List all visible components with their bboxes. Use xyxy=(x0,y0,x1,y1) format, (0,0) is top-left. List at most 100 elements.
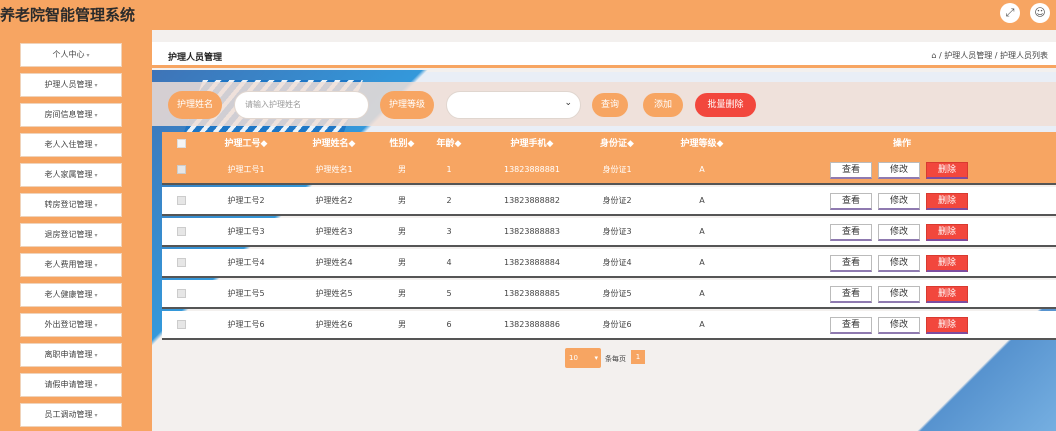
edit-button[interactable]: 修改 xyxy=(878,317,920,334)
table-row[interactable]: 护理工号3 护理姓名3 男 3 13823888883 身份证3 A 查看 修改… xyxy=(162,218,1056,247)
table-row[interactable]: 护理工号5 护理姓名5 男 5 13823888885 身份证5 A 查看 修改… xyxy=(162,280,1056,309)
row-checkbox[interactable] xyxy=(177,258,186,267)
page-number-button[interactable]: 1 xyxy=(631,350,645,364)
page-size-select[interactable]: 10 ▾ xyxy=(565,348,601,368)
select-all-checkbox[interactable] xyxy=(177,139,186,148)
title-bar: 护理人员管理 ⌂ / 护理人员管理 / 护理人员列表 xyxy=(152,42,1056,68)
view-button[interactable]: 查看 xyxy=(830,193,872,210)
cell-name: 护理姓名5 xyxy=(315,289,353,298)
row-checkbox[interactable] xyxy=(177,320,186,329)
chevron-down-icon: ▾ xyxy=(94,232,98,239)
column-header-id[interactable]: 护理工号◆ xyxy=(206,132,286,156)
table-row[interactable]: 护理工号1 护理姓名1 男 1 13823888881 身份证1 A 查看 修改… xyxy=(162,156,1056,185)
edit-button[interactable]: 修改 xyxy=(878,255,920,272)
column-header-level[interactable]: 护理等级◆ xyxy=(662,132,742,156)
cell-idcard: 身份证2 xyxy=(602,196,632,205)
cell-idcard: 身份证3 xyxy=(602,227,632,236)
view-button[interactable]: 查看 xyxy=(830,224,872,241)
row-checkbox[interactable] xyxy=(177,196,186,205)
sidebar-item-checkout[interactable]: 退房登记管理 ▾ xyxy=(20,223,122,247)
batch-delete-button[interactable]: 批量删除 xyxy=(695,93,756,117)
main-content: 护理人员管理 ⌂ / 护理人员管理 / 护理人员列表 护理姓名 请输入护理姓名 … xyxy=(152,30,1056,431)
sidebar-item-family[interactable]: 老人家属管理 ▾ xyxy=(20,163,122,187)
chevron-down-icon: ▾ xyxy=(94,112,98,119)
breadcrumb-text[interactable]: / 护理人员管理 / 护理人员列表 xyxy=(939,51,1048,60)
delete-button[interactable]: 删除 xyxy=(926,162,968,179)
cell-id: 护理工号3 xyxy=(227,227,265,236)
chevron-down-icon: ▾ xyxy=(94,412,98,419)
edit-button[interactable]: 修改 xyxy=(878,286,920,303)
edit-button[interactable]: 修改 xyxy=(878,224,920,241)
sidebar-item-checkin[interactable]: 老人入住管理 ▾ xyxy=(20,133,122,157)
sidebar-item-profile[interactable]: 个人中心 ▾ xyxy=(20,43,122,67)
per-page-label: 条每页 xyxy=(605,355,626,363)
edit-button[interactable]: 修改 xyxy=(878,162,920,179)
sidebar-item-leave[interactable]: 请假申请管理 ▾ xyxy=(20,373,122,397)
chevron-down-icon: ▾ xyxy=(94,322,98,329)
cell-id: 护理工号1 xyxy=(227,165,265,174)
row-checkbox[interactable] xyxy=(177,289,186,298)
sidebar-item-fees[interactable]: 老人费用管理 ▾ xyxy=(20,253,122,277)
cell-level: A xyxy=(699,196,705,205)
edit-button[interactable]: 修改 xyxy=(878,193,920,210)
column-header-idcard[interactable]: 身份证◆ xyxy=(582,132,652,156)
chevron-down-icon: ▾ xyxy=(86,52,90,59)
user-icon[interactable]: ☺ xyxy=(1030,3,1050,23)
name-label: 护理姓名 xyxy=(168,91,222,119)
cell-idcard: 身份证4 xyxy=(602,258,632,267)
column-header-age[interactable]: 年龄◆ xyxy=(424,132,474,156)
sidebar-item-health[interactable]: 老人健康管理 ▾ xyxy=(20,283,122,307)
view-button[interactable]: 查看 xyxy=(830,162,872,179)
cell-id: 护理工号2 xyxy=(227,196,265,205)
table-row[interactable]: 护理工号6 护理姓名6 男 6 13823888886 身份证6 A 查看 修改… xyxy=(162,311,1056,340)
column-header-gender[interactable]: 性别◆ xyxy=(377,132,427,156)
row-checkbox[interactable] xyxy=(177,227,186,236)
view-button[interactable]: 查看 xyxy=(830,317,872,334)
chevron-down-icon: ▾ xyxy=(94,202,98,209)
delete-button[interactable]: 删除 xyxy=(926,224,968,241)
cell-age: 6 xyxy=(446,320,452,329)
cell-id: 护理工号6 xyxy=(227,320,265,329)
cell-gender: 男 xyxy=(398,289,406,298)
delete-button[interactable]: 删除 xyxy=(926,255,968,272)
cell-idcard: 身份证1 xyxy=(602,165,632,174)
chevron-down-icon: ▾ xyxy=(594,354,598,362)
cell-gender: 男 xyxy=(398,227,406,236)
sidebar-item-staff-transfer[interactable]: 员工调动管理 ▾ xyxy=(20,403,122,427)
delete-button[interactable]: 删除 xyxy=(926,193,968,210)
sidebar-item-resignation[interactable]: 离职申请管理 ▾ xyxy=(20,343,122,367)
cell-phone: 13823888886 xyxy=(504,320,560,329)
table-row[interactable]: 护理工号2 护理姓名2 男 2 13823888882 身份证2 A 查看 修改… xyxy=(162,187,1056,216)
level-select[interactable]: ⌄ xyxy=(446,91,581,119)
table-header: 护理工号◆ 护理姓名◆ 性别◆ 年龄◆ 护理手机◆ 身份证◆ 护理等级◆ 操作 xyxy=(162,132,1056,156)
fullscreen-icon[interactable]: ⤢ xyxy=(1000,3,1020,23)
add-button[interactable]: 添加 xyxy=(643,93,683,117)
column-header-phone[interactable]: 护理手机◆ xyxy=(482,132,582,156)
query-button[interactable]: 查询 xyxy=(592,93,628,117)
sidebar: 个人中心 ▾ 护理人员管理 ▾ 房间信息管理 ▾ 老人入住管理 ▾ 老人家属管理 ▾ 转房… xyxy=(0,30,152,431)
delete-button[interactable]: 删除 xyxy=(926,286,968,303)
cell-level: A xyxy=(699,320,705,329)
sidebar-item-outing[interactable]: 外出登记管理 ▾ xyxy=(20,313,122,337)
cell-level: A xyxy=(699,227,705,236)
cell-phone: 13823888885 xyxy=(504,289,560,298)
row-checkbox[interactable] xyxy=(177,165,186,174)
cell-name: 护理姓名1 xyxy=(315,165,353,174)
page-title: 护理人员管理 xyxy=(168,53,223,63)
home-icon[interactable]: ⌂ xyxy=(931,51,936,60)
sidebar-item-caregivers[interactable]: 护理人员管理 ▾ xyxy=(20,73,122,97)
name-search-input[interactable]: 请输入护理姓名 xyxy=(234,91,369,119)
sidebar-item-room-transfer[interactable]: 转房登记管理 ▾ xyxy=(20,193,122,217)
sidebar-item-rooms[interactable]: 房间信息管理 ▾ xyxy=(20,103,122,127)
chevron-down-icon: ▾ xyxy=(94,262,98,269)
cell-gender: 男 xyxy=(398,320,406,329)
cell-age: 1 xyxy=(446,165,452,174)
view-button[interactable]: 查看 xyxy=(830,255,872,272)
column-header-name[interactable]: 护理姓名◆ xyxy=(294,132,374,156)
view-button[interactable]: 查看 xyxy=(830,286,872,303)
chevron-down-icon: ▾ xyxy=(94,82,98,89)
cell-age: 3 xyxy=(446,227,452,236)
table-row[interactable]: 护理工号4 护理姓名4 男 4 13823888884 身份证4 A 查看 修改… xyxy=(162,249,1056,278)
cell-phone: 13823888881 xyxy=(504,165,560,174)
delete-button[interactable]: 删除 xyxy=(926,317,968,334)
